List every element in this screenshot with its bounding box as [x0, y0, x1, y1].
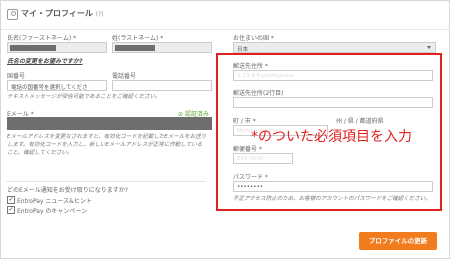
panel-header: マイ・プロフィール (?)	[1, 1, 449, 30]
required-fields-annotation: *のついた必須項目を入力	[251, 129, 412, 145]
news-checkbox[interactable]: ✓	[7, 196, 15, 204]
chevron-down-icon	[427, 46, 431, 49]
campaign-checkbox[interactable]: ✓	[7, 206, 15, 214]
country-code-value: 電話の国番号を選択してくださ	[11, 85, 88, 91]
redacted-last-name	[115, 45, 155, 51]
news-checkbox-label: EntroPay ニュース&ヒント	[17, 198, 92, 205]
phone-help: テキストメッセージが受信可能であることをご確認ください。	[7, 94, 161, 100]
update-profile-button[interactable]: プロファイルの更新	[359, 232, 437, 250]
user-icon	[7, 9, 18, 20]
country-select[interactable]: 日本	[233, 42, 436, 53]
last-name-field[interactable]	[112, 42, 212, 53]
profile-panel: マイ・プロフィール (?) 氏名(ファーストネーム) * 姓(ラストネーム) *…	[0, 0, 450, 259]
last-name-label: 姓(ラストネーム) *	[112, 35, 164, 42]
first-name-label: 氏名(ファーストネーム) *	[7, 35, 77, 42]
first-name-field[interactable]	[7, 42, 107, 53]
divider	[6, 181, 206, 182]
email-help-3: こと、確認してください。	[7, 150, 73, 156]
email-help-2: します。有効化コードを入力し、新しいEメールアドレスが正常に作動している	[7, 142, 203, 148]
notify-question: どのEメール通知をお受け取りになりますか?	[7, 187, 128, 194]
name-change-link[interactable]: 氏名の変更をお望みですか?	[7, 56, 82, 65]
country-label: お住まいの国 *	[233, 35, 274, 42]
phone-input[interactable]	[112, 80, 212, 91]
country-code-select[interactable]: 電話の国番号を選択してくださ	[7, 80, 107, 91]
redacted-first-name	[10, 45, 56, 51]
country-code-label: 国番号	[7, 73, 26, 80]
email-field-redacted[interactable]	[7, 117, 212, 130]
email-help-1: Eメールアドレスを変更なされますと、有効化コードを記載したEメールをお送り	[7, 134, 207, 140]
help-marker: (?)	[95, 11, 104, 18]
phone-label: 電話番号	[112, 73, 137, 80]
campaign-checkbox-label: EntroPay のキャンペーン	[17, 208, 88, 215]
page-title: マイ・プロフィール (?)	[21, 9, 104, 18]
